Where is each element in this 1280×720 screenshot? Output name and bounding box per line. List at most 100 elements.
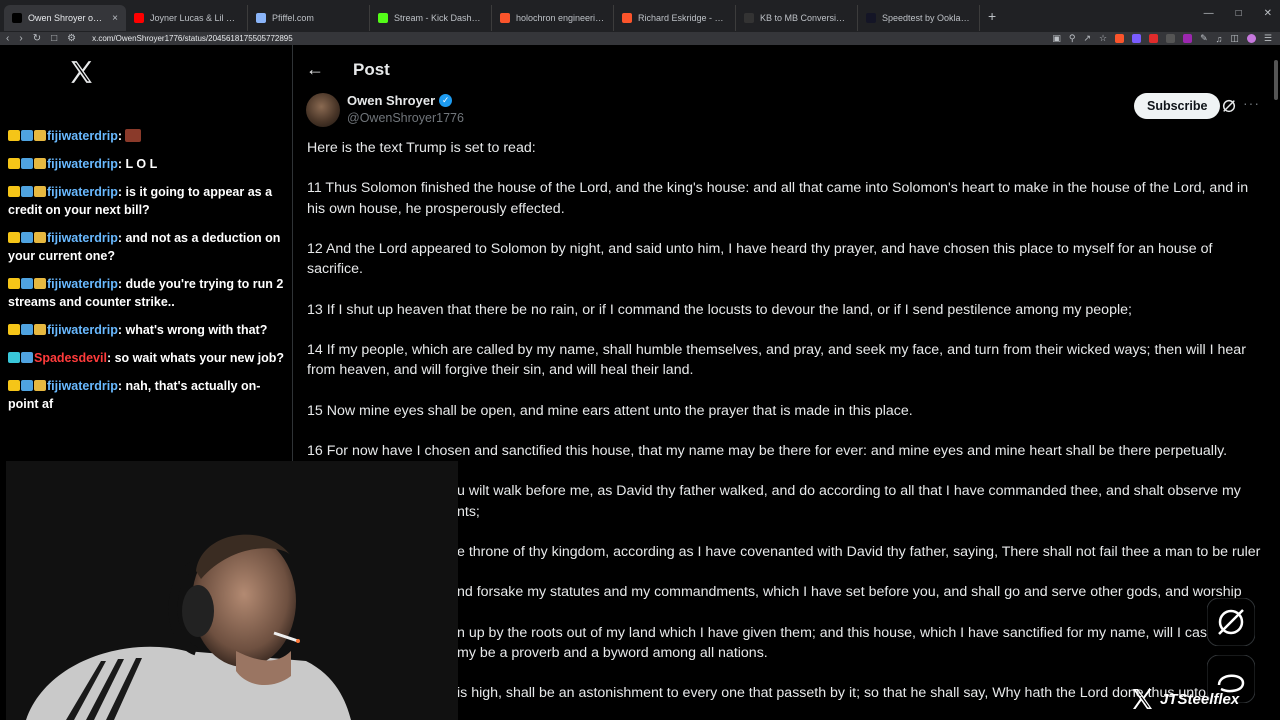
chat-message: fijiwaterdrip: what's wrong with that? bbox=[8, 321, 290, 339]
forward-nav-icon[interactable]: › bbox=[19, 32, 22, 45]
author-name[interactable]: Owen Shroyer bbox=[347, 93, 435, 108]
streamer-name: JTSteelflex bbox=[1160, 690, 1240, 708]
browser-tab[interactable]: Richard Eskridge - Brave Search bbox=[614, 5, 736, 31]
scrollbar-thumb[interactable] bbox=[1274, 60, 1278, 100]
stream-chat-overlay: fijiwaterdrip: fijiwaterdrip: L O Lfijiw… bbox=[8, 127, 290, 423]
x-icon bbox=[12, 13, 22, 23]
chat-badge-icon bbox=[8, 158, 20, 169]
tab-title: Richard Eskridge - Brave Search bbox=[638, 13, 727, 23]
chat-badge-icon bbox=[21, 186, 33, 197]
extension-icon[interactable] bbox=[1149, 34, 1159, 43]
post-paragraph: 14 If my people, which are called by my … bbox=[307, 341, 1246, 379]
minimize-icon[interactable]: — bbox=[1204, 8, 1214, 19]
chat-username[interactable]: fijiwaterdrip bbox=[47, 323, 118, 337]
extension-icon[interactable] bbox=[1166, 34, 1176, 43]
post-header: ← Post bbox=[294, 45, 1272, 95]
chat-message: fijiwaterdrip: L O L bbox=[8, 155, 290, 173]
browser-tab[interactable]: Owen Shroyer on X: "Here is the × bbox=[4, 5, 126, 31]
tab-title: Speedtest by Ookla - The Global Bro bbox=[882, 13, 971, 23]
post-paragraph: nd forsake my statutes and my commandmen… bbox=[457, 584, 1242, 601]
chat-text: L O L bbox=[125, 157, 158, 171]
webcam-overlay bbox=[6, 461, 458, 720]
tab-title: holochron engineering - Brave Search bbox=[516, 13, 605, 23]
brave-icon bbox=[500, 13, 510, 23]
scrollbar[interactable] bbox=[1272, 45, 1280, 720]
new-tab-button[interactable]: + bbox=[980, 8, 1004, 24]
chat-message: fijiwaterdrip: dude you're trying to run… bbox=[8, 275, 290, 311]
url-field[interactable]: x.com/OwenShroyer1776/status/20456181755… bbox=[92, 34, 293, 43]
chat-badge-icon bbox=[8, 278, 20, 289]
menu-icon[interactable]: ☰ bbox=[1264, 33, 1272, 44]
arrow-left-icon[interactable]: ← bbox=[306, 59, 324, 80]
more-options-icon[interactable]: ··· bbox=[1243, 95, 1260, 111]
window-controls: — □ ✕ bbox=[1204, 8, 1272, 19]
author-name-row[interactable]: Owen Shroyer ✓ bbox=[347, 93, 464, 108]
subscribe-button[interactable]: Subscribe bbox=[1134, 93, 1221, 119]
browser-tab[interactable]: Speedtest by Ookla - The Global Bro bbox=[858, 5, 980, 31]
x-logo-icon bbox=[1133, 689, 1152, 709]
post-paragraph: 15 Now mine eyes shall be open, and mine… bbox=[307, 402, 913, 419]
browser-tab-bar: Owen Shroyer on X: "Here is the × Joyner L… bbox=[0, 0, 1280, 32]
chat-badge-icon bbox=[8, 232, 20, 243]
chat-message: fijiwaterdrip: nah, that's actually on-p… bbox=[8, 377, 290, 413]
screen-icon[interactable]: ▣ bbox=[1052, 33, 1061, 44]
globe-icon bbox=[256, 13, 266, 23]
chat-username[interactable]: fijiwaterdrip bbox=[47, 277, 118, 291]
chat-username[interactable]: fijiwaterdrip bbox=[47, 129, 118, 143]
chat-message: Spadesdevil: so wait whats your new job? bbox=[8, 349, 290, 367]
sidebar-toggle-icon[interactable]: ◫ bbox=[1230, 33, 1239, 44]
page-title: Post bbox=[353, 60, 390, 79]
browser-tab[interactable]: Joyner Lucas & Lil Baby - Ramen & O bbox=[126, 5, 248, 31]
chat-separator: : bbox=[117, 129, 126, 143]
bookmark-icon[interactable]: □ bbox=[51, 32, 57, 45]
chat-username[interactable]: fijiwaterdrip bbox=[47, 185, 118, 199]
avatar[interactable] bbox=[306, 93, 340, 127]
post-paragraph: 16 For now have I chosen and sanctified … bbox=[307, 442, 1228, 459]
back-nav-icon[interactable]: ‹ bbox=[6, 32, 9, 45]
chat-username[interactable]: fijiwaterdrip bbox=[47, 379, 118, 393]
browser-tab[interactable]: KB to MB Conversion Kilobytes to M bbox=[736, 5, 858, 31]
reload-icon[interactable]: ↻ bbox=[33, 32, 41, 45]
chat-emote-icon bbox=[125, 129, 142, 142]
chat-username[interactable]: Spadesdevil bbox=[34, 351, 107, 365]
post-paragraph: Here is the text Trump is set to read: bbox=[307, 140, 536, 156]
chat-badge-icon bbox=[21, 324, 33, 335]
tab-title: Owen Shroyer on X: "Here is the bbox=[28, 13, 107, 23]
x-logo-icon[interactable] bbox=[68, 59, 94, 85]
chat-username[interactable]: fijiwaterdrip bbox=[47, 157, 118, 171]
chat-badge-icon bbox=[34, 278, 46, 289]
extension-icon[interactable] bbox=[1183, 34, 1193, 43]
chat-badge-icon bbox=[21, 352, 33, 363]
music-icon[interactable]: ♫ bbox=[1216, 34, 1223, 44]
grok-icon[interactable] bbox=[1221, 98, 1237, 114]
browser-tab[interactable]: holochron engineering - Brave Search bbox=[492, 5, 614, 31]
site-info-icon[interactable]: ⚙ bbox=[67, 32, 76, 45]
chat-badge-icon bbox=[21, 158, 33, 169]
post-paragraph: 12 And the Lord appeared to Solomon by n… bbox=[307, 240, 1213, 278]
author-handle[interactable]: @OwenShroyer1776 bbox=[347, 111, 464, 125]
browser-tab[interactable]: Pfiffel.com bbox=[248, 5, 370, 31]
chat-message: fijiwaterdrip: bbox=[8, 127, 290, 145]
close-tab-icon[interactable]: × bbox=[112, 13, 118, 24]
chat-username[interactable]: fijiwaterdrip bbox=[47, 231, 118, 245]
streamer-webcam-image bbox=[6, 461, 458, 720]
chat-badge-icon bbox=[34, 158, 46, 169]
post-paragraph: u wilt walk before me, as David thy fath… bbox=[457, 483, 1241, 520]
chat-badge-icon bbox=[21, 278, 33, 289]
close-window-icon[interactable]: ✕ bbox=[1264, 8, 1272, 19]
chat-badge-icon bbox=[34, 186, 46, 197]
puzzle-icon[interactable]: ✎ bbox=[1200, 33, 1208, 44]
brave-shield-icon[interactable] bbox=[1115, 34, 1125, 43]
tab-title: KB to MB Conversion Kilobytes to M bbox=[760, 13, 849, 23]
browser-tab[interactable]: Stream - Kick Dashboard bbox=[370, 5, 492, 31]
star-icon[interactable]: ☆ bbox=[1099, 33, 1107, 44]
maximize-icon[interactable]: □ bbox=[1236, 8, 1242, 19]
extension-icon[interactable] bbox=[1132, 34, 1142, 43]
address-bar: ‹ › ↻ □ ⚙ x.com/OwenShroyer1776/status/2… bbox=[0, 32, 1280, 45]
zoom-icon[interactable]: ⚲ bbox=[1069, 33, 1076, 44]
grok-float-icon[interactable] bbox=[1207, 598, 1255, 646]
chat-badge-icon bbox=[34, 324, 46, 335]
profile-icon[interactable] bbox=[1246, 34, 1256, 43]
tab-title: Joyner Lucas & Lil Baby - Ramen & O bbox=[150, 13, 239, 23]
share-icon[interactable]: ↗ bbox=[1083, 33, 1091, 44]
